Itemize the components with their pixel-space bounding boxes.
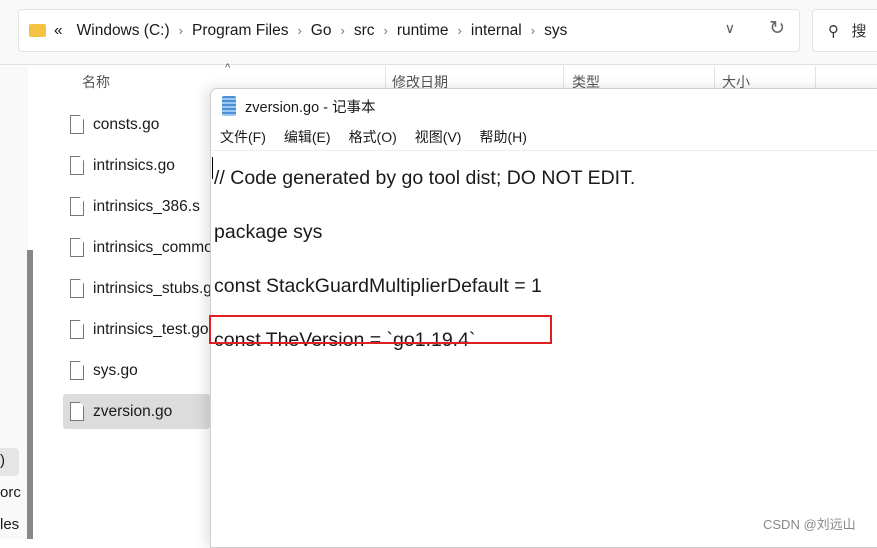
file-item[interactable]: intrinsics.go xyxy=(63,148,210,183)
breadcrumb-overflow[interactable]: « xyxy=(54,22,63,40)
chevron-right-icon[interactable]: › xyxy=(297,23,301,38)
search-input[interactable]: ⚲ 搜 xyxy=(812,9,877,52)
menu-item[interactable]: 文件(F) xyxy=(220,127,266,147)
file-name: intrinsics_common.go xyxy=(93,238,210,256)
file-item[interactable]: sys.go xyxy=(63,353,210,388)
chevron-right-icon[interactable]: › xyxy=(531,23,535,38)
breadcrumb-item[interactable]: Go xyxy=(311,22,332,39)
highlight-box xyxy=(209,315,552,344)
file-name: intrinsics.go xyxy=(93,156,175,174)
file-name: intrinsics_test.go xyxy=(93,320,209,338)
breadcrumb-item[interactable]: runtime xyxy=(397,22,449,39)
breadcrumb: Windows (C:) › Program Files › Go › src › runtim… xyxy=(63,22,572,40)
breadcrumb-item[interactable]: Program Files xyxy=(192,22,288,39)
column-header-name[interactable]: 名称 xyxy=(82,72,110,92)
watermark: CSDN @刘远山 xyxy=(763,517,856,532)
code-line: // Code generated by go tool dist; DO NO… xyxy=(214,167,636,189)
nav-scrollbar[interactable] xyxy=(27,250,33,539)
nav-item[interactable]: les xyxy=(0,516,19,533)
search-placeholder: 搜 xyxy=(851,23,867,40)
file-item[interactable]: intrinsics_stubs.go xyxy=(63,271,210,306)
menu-item[interactable]: 帮助(H) xyxy=(479,127,526,147)
file-item[interactable]: intrinsics_test.go xyxy=(63,312,210,347)
file-icon xyxy=(70,361,84,380)
file-icon xyxy=(70,238,84,257)
breadcrumb-item[interactable]: src xyxy=(354,22,375,39)
search-icon: ⚲ xyxy=(828,23,839,40)
window-title: zversion.go - 记事本 xyxy=(245,99,376,116)
file-item[interactable]: intrinsics_common.go xyxy=(63,230,210,265)
menu-bar: 文件(F) 编辑(E) 格式(O) 视图(V) 帮助(H) xyxy=(211,123,877,151)
menu-item[interactable]: 视图(V) xyxy=(415,127,462,147)
code-line: package sys xyxy=(214,221,323,243)
file-name: consts.go xyxy=(93,115,160,133)
refresh-icon[interactable]: ↻ xyxy=(769,17,785,40)
menu-item[interactable]: 编辑(E) xyxy=(284,127,331,147)
text-cursor xyxy=(212,157,213,179)
address-bar[interactable]: « Windows (C:) › Program Files › Go › src › runt… xyxy=(18,9,800,52)
navigation-pane: ) orc les xyxy=(0,66,28,539)
nav-item-selected[interactable]: ) xyxy=(0,448,19,476)
file-icon xyxy=(70,320,84,339)
file-name: sys.go xyxy=(93,361,138,379)
file-item[interactable]: zversion.go xyxy=(63,394,210,429)
explorer-toolbar: « Windows (C:) › Program Files › Go › src › runt… xyxy=(0,0,877,65)
file-name: zversion.go xyxy=(93,402,173,420)
menu-item[interactable]: 格式(O) xyxy=(349,127,397,147)
file-icon xyxy=(70,115,84,134)
file-item[interactable]: consts.go xyxy=(63,107,210,142)
file-name: intrinsics_386.s xyxy=(93,197,200,215)
sort-ascending-icon: ^ xyxy=(225,62,231,74)
file-icon xyxy=(70,279,84,298)
file-item[interactable]: intrinsics_386.s xyxy=(63,189,210,224)
file-icon xyxy=(70,197,84,216)
file-icon xyxy=(70,402,84,421)
file-name: intrinsics_stubs.go xyxy=(93,279,210,297)
code-line: const StackGuardMultiplierDefault = 1 xyxy=(214,275,542,297)
nav-item[interactable]: orc xyxy=(0,484,21,501)
chevron-right-icon[interactable]: › xyxy=(340,23,344,38)
folder-icon xyxy=(29,24,46,37)
notepad-icon xyxy=(222,96,236,116)
notepad-title-bar[interactable]: zversion.go - 记事本 xyxy=(211,89,877,123)
breadcrumb-item[interactable]: Windows (C:) xyxy=(77,22,170,39)
chevron-right-icon[interactable]: › xyxy=(458,23,462,38)
chevron-down-icon[interactable]: ∨ xyxy=(725,20,735,37)
breadcrumb-item[interactable]: internal xyxy=(471,22,522,39)
chevron-right-icon[interactable]: › xyxy=(179,23,183,38)
chevron-right-icon[interactable]: › xyxy=(384,23,388,38)
breadcrumb-item[interactable]: sys xyxy=(544,22,567,39)
file-icon xyxy=(70,156,84,175)
